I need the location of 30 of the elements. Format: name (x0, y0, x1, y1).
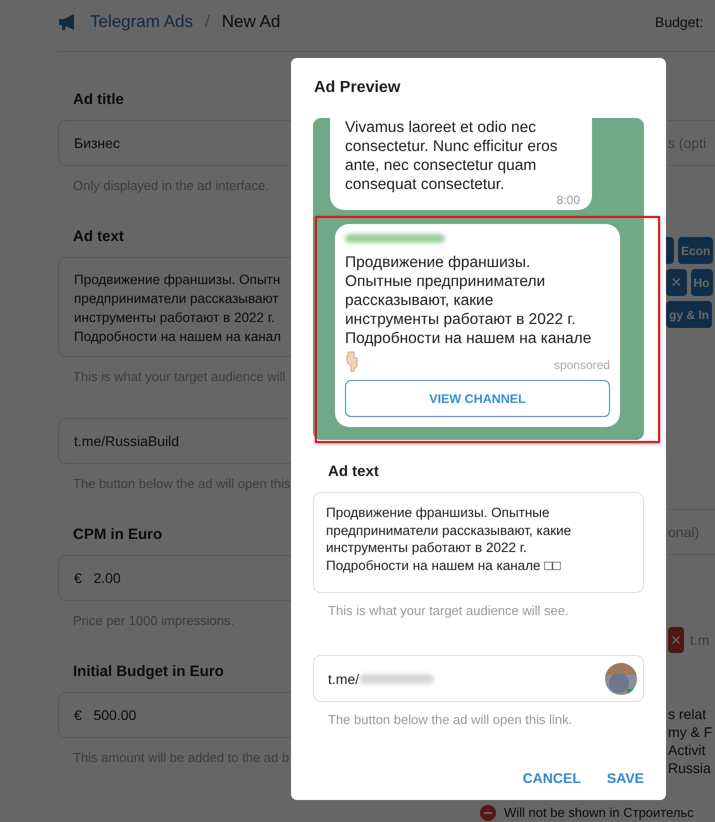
breadcrumb-separator: / (205, 12, 210, 32)
view-channel-button[interactable]: VIEW CHANNEL (345, 380, 610, 417)
sponsored-label: sponsored (554, 358, 610, 372)
channel-text: my & F (668, 723, 714, 741)
dialog-button[interactable]: CANCEL (522, 766, 581, 790)
page-title: New Ad (222, 12, 280, 32)
pointing-hand-icon (345, 350, 359, 372)
message-time: 8:00 (556, 194, 580, 207)
field-label: Ad text (328, 462, 379, 482)
field-label: Ad text (73, 227, 124, 247)
link-field[interactable]: t.me/ (313, 655, 644, 702)
breadcrumb-link[interactable]: Telegram Ads (90, 12, 193, 32)
tag-chip (666, 237, 674, 264)
channel-text: Activit (668, 741, 706, 759)
field-label: Initial Budget in Euro (73, 662, 224, 682)
dialog-title: Ad Preview (314, 78, 402, 98)
channel-text: Russia (668, 759, 712, 777)
dialog-button[interactable]: SAVE (606, 766, 644, 790)
tag-chip: Ho (690, 269, 713, 296)
notice-text: Will not be shown in Строительс (504, 805, 694, 821)
text-area[interactable]: Продвижение франшизы. Опытные предприниматели рассказывают, какие инструменты работают в 2022 г. Подробности на нашем на канале □□ (313, 492, 644, 593)
tag-chip: gy & In (666, 301, 712, 328)
tag-chip: Econ (678, 237, 714, 264)
channel-text: s relat (668, 705, 708, 723)
field-label: CPM in Euro (73, 525, 162, 545)
tag-remove-button[interactable]: × (666, 269, 687, 296)
field-label: Ad title (73, 90, 124, 110)
budget-label: Budget: (654, 14, 704, 30)
field-hint: This is what your target audience will see. (328, 602, 569, 620)
remove-button[interactable]: × (668, 627, 684, 653)
